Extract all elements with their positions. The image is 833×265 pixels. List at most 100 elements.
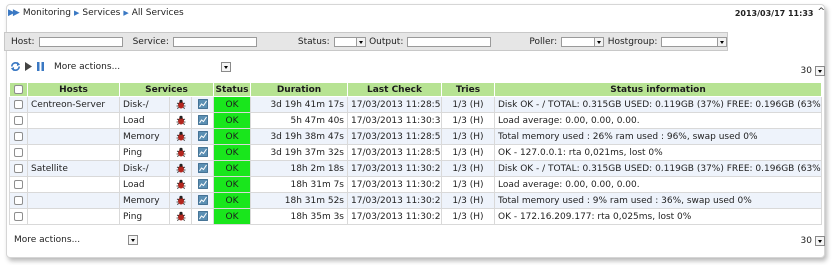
- graph-icon[interactable]: [197, 131, 208, 142]
- breadcrumb-all-services[interactable]: All Services: [132, 8, 184, 18]
- last-check-value: 17/03/2013 11:30:25: [347, 192, 442, 209]
- status-header[interactable]: Status: [213, 82, 251, 97]
- row-checkbox[interactable]: [14, 115, 23, 125]
- host-name[interactable]: Centreon-Server: [27, 96, 120, 113]
- last-check-header[interactable]: Last Check: [347, 82, 442, 97]
- more-actions-label-bottom: More actions...: [14, 235, 81, 245]
- status-badge: OK: [213, 112, 251, 129]
- poller-filter-select[interactable]: [561, 36, 604, 47]
- service-name[interactable]: Disk-/: [119, 160, 170, 177]
- last-check-value: 17/03/2013 11:30:25: [347, 160, 442, 177]
- duration-header[interactable]: Duration: [250, 82, 348, 97]
- tries-value: 1/3 (H): [441, 160, 495, 177]
- bug-cell: [169, 144, 192, 161]
- pause-icon[interactable]: [36, 61, 45, 72]
- service-name[interactable]: Ping: [119, 208, 170, 225]
- row-checkbox[interactable]: [14, 195, 23, 205]
- per-page-select[interactable]: [815, 66, 825, 76]
- table-row[interactable]: Memory OK 3d 19h 38m 47s 17/03/2013 11:2…: [9, 128, 822, 145]
- status-badge: OK: [213, 96, 251, 113]
- select-all-checkbox[interactable]: [14, 84, 23, 94]
- row-check-cell: [9, 192, 28, 209]
- row-checkbox[interactable]: [14, 147, 23, 157]
- tries-value: 1/3 (H): [441, 208, 495, 225]
- row-check-cell: [9, 176, 28, 193]
- status-filter-select[interactable]: [333, 36, 367, 47]
- tries-header[interactable]: Tries: [441, 82, 495, 97]
- bug-icon[interactable]: [176, 179, 186, 190]
- table-row[interactable]: Memory OK 18h 31m 52s 17/03/2013 11:30:2…: [9, 192, 822, 209]
- hostgroup-filter-select[interactable]: [661, 36, 727, 47]
- select-all-header: [9, 82, 28, 97]
- bug-icon[interactable]: [176, 99, 186, 110]
- row-checkbox[interactable]: [14, 99, 23, 109]
- row-checkbox[interactable]: [14, 211, 23, 221]
- graph-cell: [191, 96, 214, 113]
- graph-cell: [191, 128, 214, 145]
- bug-icon[interactable]: [176, 147, 186, 158]
- bug-icon[interactable]: [176, 131, 186, 142]
- host-name[interactable]: [27, 128, 120, 145]
- graph-icon[interactable]: [197, 211, 208, 222]
- service-name[interactable]: Load: [119, 176, 170, 193]
- chevron-up-icon[interactable]: ^: [817, 7, 825, 18]
- table-row[interactable]: Load OK 5h 47m 40s 17/03/2013 11:30:31 1…: [9, 112, 822, 129]
- tries-value: 1/3 (H): [441, 96, 495, 113]
- services-header[interactable]: Services: [119, 82, 214, 97]
- service-name[interactable]: Memory: [119, 192, 170, 209]
- host-name[interactable]: [27, 144, 120, 161]
- host-name[interactable]: [27, 112, 120, 129]
- table-row[interactable]: Ping OK 3d 19h 37m 32s 17/03/2013 11:28:…: [9, 144, 822, 161]
- bug-icon[interactable]: [176, 115, 186, 126]
- table-row[interactable]: Satellite Disk-/ OK 18h 2m 18s 17/03/201…: [9, 160, 822, 177]
- play-icon[interactable]: [24, 61, 33, 72]
- graph-icon[interactable]: [197, 147, 208, 158]
- bug-cell: [169, 160, 192, 177]
- graph-icon[interactable]: [197, 195, 208, 206]
- breadcrumb-arrows-icon: ▶▶: [8, 8, 20, 18]
- graph-icon[interactable]: [197, 163, 208, 174]
- service-name[interactable]: Ping: [119, 144, 170, 161]
- host-filter-input[interactable]: [38, 36, 123, 47]
- output-filter-input[interactable]: [407, 36, 492, 47]
- host-name[interactable]: [27, 208, 120, 225]
- last-check-value: 17/03/2013 11:30:31: [347, 112, 442, 129]
- hosts-header[interactable]: Hosts: [27, 82, 120, 97]
- bug-cell: [169, 192, 192, 209]
- duration-value: 18h 31m 52s: [250, 192, 348, 209]
- per-page-value: 30: [800, 66, 812, 76]
- refresh-icon[interactable]: [10, 61, 21, 72]
- services-table: Hosts Services Status Duration Last Chec…: [9, 82, 822, 225]
- more-actions-select[interactable]: [221, 61, 232, 72]
- row-checkbox[interactable]: [14, 131, 23, 141]
- breadcrumb-monitoring[interactable]: Monitoring: [23, 8, 71, 18]
- more-actions-select-bottom[interactable]: [128, 235, 139, 245]
- poller-filter-label: Poller:: [529, 36, 558, 47]
- tries-value: 1/3 (H): [441, 144, 495, 161]
- service-name[interactable]: Disk-/: [119, 96, 170, 113]
- table-row[interactable]: Load OK 18h 31m 7s 17/03/2013 11:30:25 1…: [9, 176, 822, 193]
- graph-icon[interactable]: [197, 115, 208, 126]
- per-page-top: 30: [801, 66, 825, 76]
- status-info-header[interactable]: Status information: [494, 82, 822, 97]
- row-checkbox[interactable]: [14, 163, 23, 173]
- duration-value: 5h 47m 40s: [250, 112, 348, 129]
- host-name[interactable]: [27, 176, 120, 193]
- graph-icon[interactable]: [197, 179, 208, 190]
- service-name[interactable]: Load: [119, 112, 170, 129]
- per-page-select-bottom[interactable]: [815, 236, 825, 246]
- breadcrumb-services[interactable]: Services: [82, 8, 120, 18]
- bug-icon[interactable]: [176, 163, 186, 174]
- service-name[interactable]: Memory: [119, 128, 170, 145]
- row-checkbox[interactable]: [14, 179, 23, 189]
- host-name[interactable]: Satellite: [27, 160, 120, 177]
- filter-bar: Host: Service: Status: Output: Poller: H…: [4, 32, 728, 51]
- last-check-value: 17/03/2013 11:30:25: [347, 208, 442, 225]
- bug-icon[interactable]: [176, 195, 186, 206]
- table-row[interactable]: Centreon-Server Disk-/ OK 3d 19h 41m 17s…: [9, 96, 822, 113]
- service-filter-input[interactable]: [172, 36, 257, 47]
- host-name[interactable]: [27, 192, 120, 209]
- bug-icon[interactable]: [176, 211, 186, 222]
- graph-icon[interactable]: [197, 99, 208, 110]
- table-row[interactable]: Ping OK 18h 35m 3s 17/03/2013 11:30:25 1…: [9, 208, 822, 225]
